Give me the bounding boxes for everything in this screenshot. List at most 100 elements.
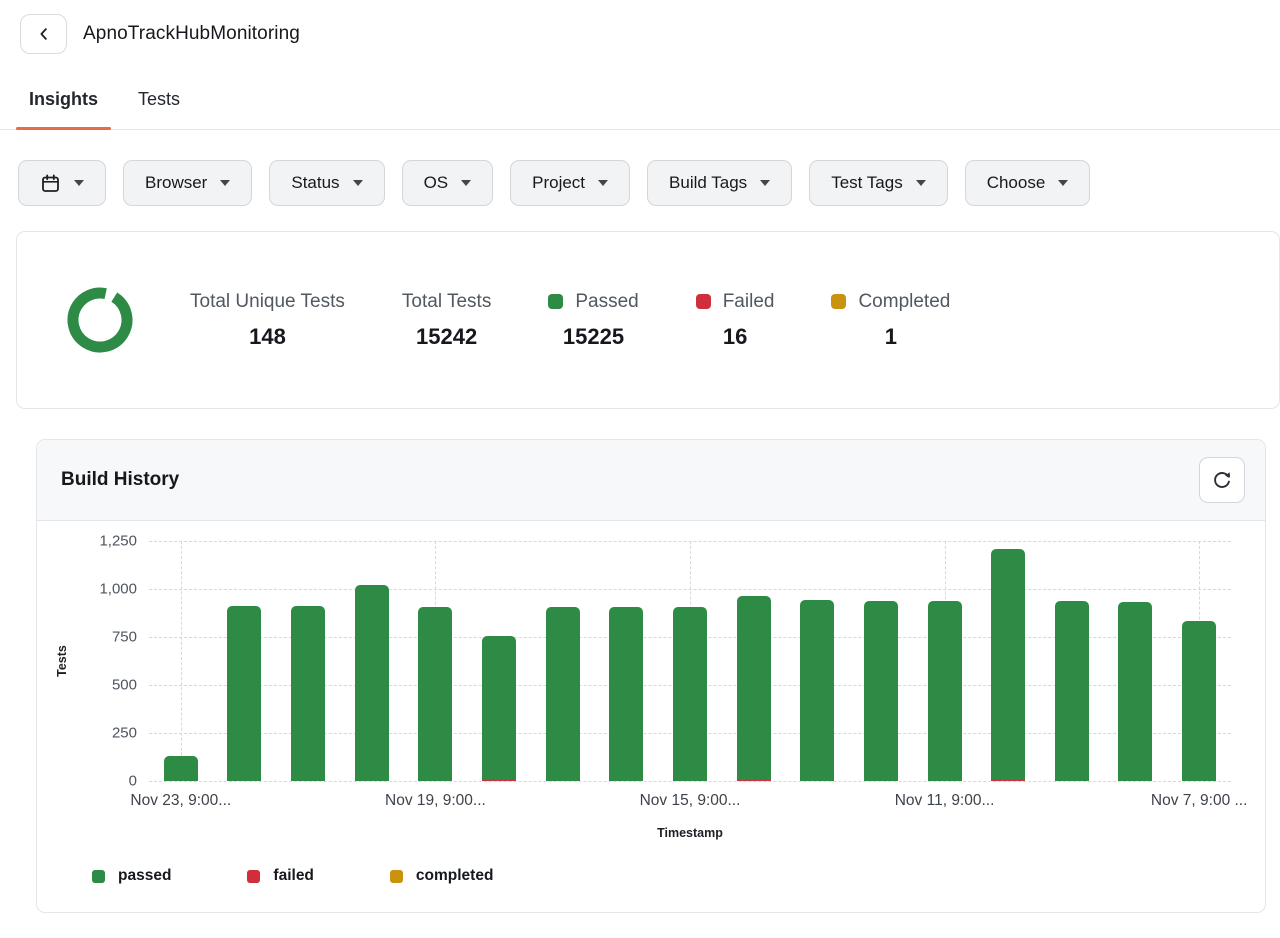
chevron-down-icon	[760, 180, 771, 186]
chevron-down-icon	[352, 180, 363, 186]
x-tick-label: Nov 7, 9:00 ...	[1150, 792, 1248, 809]
stat-failed: Failed 16	[695, 290, 775, 350]
bar-segment-passed	[1054, 601, 1089, 781]
x-axis-title: Timestamp	[657, 826, 723, 840]
y-tick-label: 250	[111, 724, 137, 742]
bar-segment-passed	[227, 606, 262, 781]
bar-segment-passed	[291, 606, 326, 781]
stat-value: 148	[249, 323, 286, 349]
stacked-bar[interactable]	[1118, 602, 1153, 781]
bar-slot	[976, 541, 1040, 781]
stat-label: Failed	[722, 290, 775, 312]
legend-item-completed[interactable]: completed	[389, 867, 494, 885]
y-tick-label: 500	[111, 676, 137, 694]
status-dropdown-label: Status	[291, 173, 340, 192]
y-tick-label: 1,000	[99, 580, 137, 598]
build-history-chart: Tests 0 250 500 750 1,000 1,250 Nov 23, 9:00.…	[37, 521, 1265, 842]
test-tags-dropdown[interactable]: Test Tags	[809, 160, 948, 206]
date-range-dropdown[interactable]	[18, 160, 106, 206]
stacked-bar[interactable]	[163, 756, 198, 781]
completed-legend-swatch	[389, 869, 403, 883]
bar-segment-passed	[672, 607, 707, 781]
y-tick-label: 750	[111, 628, 137, 646]
legend-item-failed[interactable]: failed	[247, 867, 314, 885]
os-dropdown[interactable]: OS	[401, 160, 494, 206]
bar-segment-passed	[545, 607, 580, 781]
chart-legend: passed failed completed	[37, 842, 1265, 912]
stacked-bar[interactable]	[354, 585, 389, 781]
summary-card: Total Unique Tests 148 Total Tests 15242…	[16, 231, 1280, 409]
stat-label: Passed	[575, 290, 639, 312]
bar-segment-passed	[609, 607, 644, 781]
stacked-bar[interactable]	[482, 635, 517, 781]
bar-slot	[658, 541, 722, 781]
browser-dropdown-label: Browser	[145, 173, 208, 192]
bar-segment-passed	[927, 600, 962, 781]
calendar-icon	[40, 173, 61, 194]
donut-chart-icon	[67, 287, 133, 353]
bar-slot	[722, 541, 786, 781]
stacked-bar[interactable]	[1054, 601, 1089, 781]
y-axis-title: Tests	[55, 645, 70, 677]
x-tick-label: Nov 19, 9:00...	[385, 792, 486, 809]
stacked-bar[interactable]	[736, 595, 771, 781]
bar-slot	[1040, 541, 1104, 781]
bar-segment-passed	[863, 601, 898, 781]
chevron-down-icon	[915, 180, 926, 186]
stacked-bar[interactable]	[863, 601, 898, 781]
failed-color-swatch	[695, 294, 711, 309]
tab-insights[interactable]: Insights	[16, 81, 112, 130]
passed-color-swatch	[548, 294, 564, 309]
bar-slot	[1167, 541, 1231, 781]
tab-tests[interactable]: Tests	[125, 81, 193, 129]
legend-label: completed	[415, 867, 494, 884]
build-tags-dropdown-label: Build Tags	[669, 173, 748, 192]
passed-legend-swatch	[92, 869, 105, 883]
project-dropdown[interactable]: Project	[510, 160, 631, 206]
choose-dropdown[interactable]: Choose	[964, 160, 1091, 206]
topbar: ApnoTrackHubMonitoring	[0, 0, 1280, 54]
completed-color-swatch	[831, 294, 847, 309]
legend-item-passed[interactable]: passed	[92, 867, 171, 885]
back-button[interactable]	[20, 14, 67, 54]
stacked-bar[interactable]	[545, 607, 580, 781]
bar-segment-passed	[418, 607, 453, 781]
bar-segment-passed	[736, 595, 771, 781]
refresh-button[interactable]	[1199, 457, 1245, 503]
bar-slot	[149, 541, 213, 781]
stacked-bar[interactable]	[672, 607, 707, 781]
tab-bar: Insights Tests	[0, 81, 1280, 130]
page-title: ApnoTrackHubMonitoring	[83, 23, 300, 44]
stat-passed: Passed 15225	[548, 290, 639, 350]
stat-label: Total Tests	[401, 290, 492, 312]
x-axis-ticks: Nov 23, 9:00... Nov 19, 9:00... Nov 15, 9:…	[130, 781, 1247, 817]
bar-slot	[276, 541, 340, 781]
stacked-bar[interactable]	[1182, 620, 1217, 781]
stat-value: 1	[884, 323, 898, 349]
os-dropdown-label: OS	[423, 173, 449, 192]
chevron-down-icon	[1058, 180, 1069, 186]
chevron-down-icon	[220, 180, 231, 186]
build-tags-dropdown[interactable]: Build Tags	[647, 160, 793, 206]
stat-label: Completed	[858, 290, 951, 312]
bar-segment-passed	[1182, 620, 1217, 781]
bar-slot	[594, 541, 658, 781]
stacked-bar[interactable]	[609, 607, 644, 781]
status-dropdown[interactable]: Status	[269, 160, 385, 206]
stat-value: 16	[722, 323, 748, 349]
stacked-bar[interactable]	[291, 606, 326, 781]
stacked-bar[interactable]	[927, 600, 962, 781]
bar-segment-passed	[800, 599, 835, 781]
stacked-bar[interactable]	[991, 549, 1026, 781]
stat-value: 15242	[416, 323, 478, 349]
bar-slot	[467, 541, 531, 781]
bar-slot	[213, 541, 277, 781]
bar-slot	[340, 541, 404, 781]
stacked-bar[interactable]	[227, 606, 262, 781]
stacked-bar[interactable]	[800, 599, 835, 781]
chevron-left-icon	[35, 25, 53, 43]
chevron-down-icon	[74, 180, 84, 186]
bar-slot	[785, 541, 849, 781]
stacked-bar[interactable]	[418, 607, 453, 781]
browser-dropdown[interactable]: Browser	[123, 160, 253, 206]
